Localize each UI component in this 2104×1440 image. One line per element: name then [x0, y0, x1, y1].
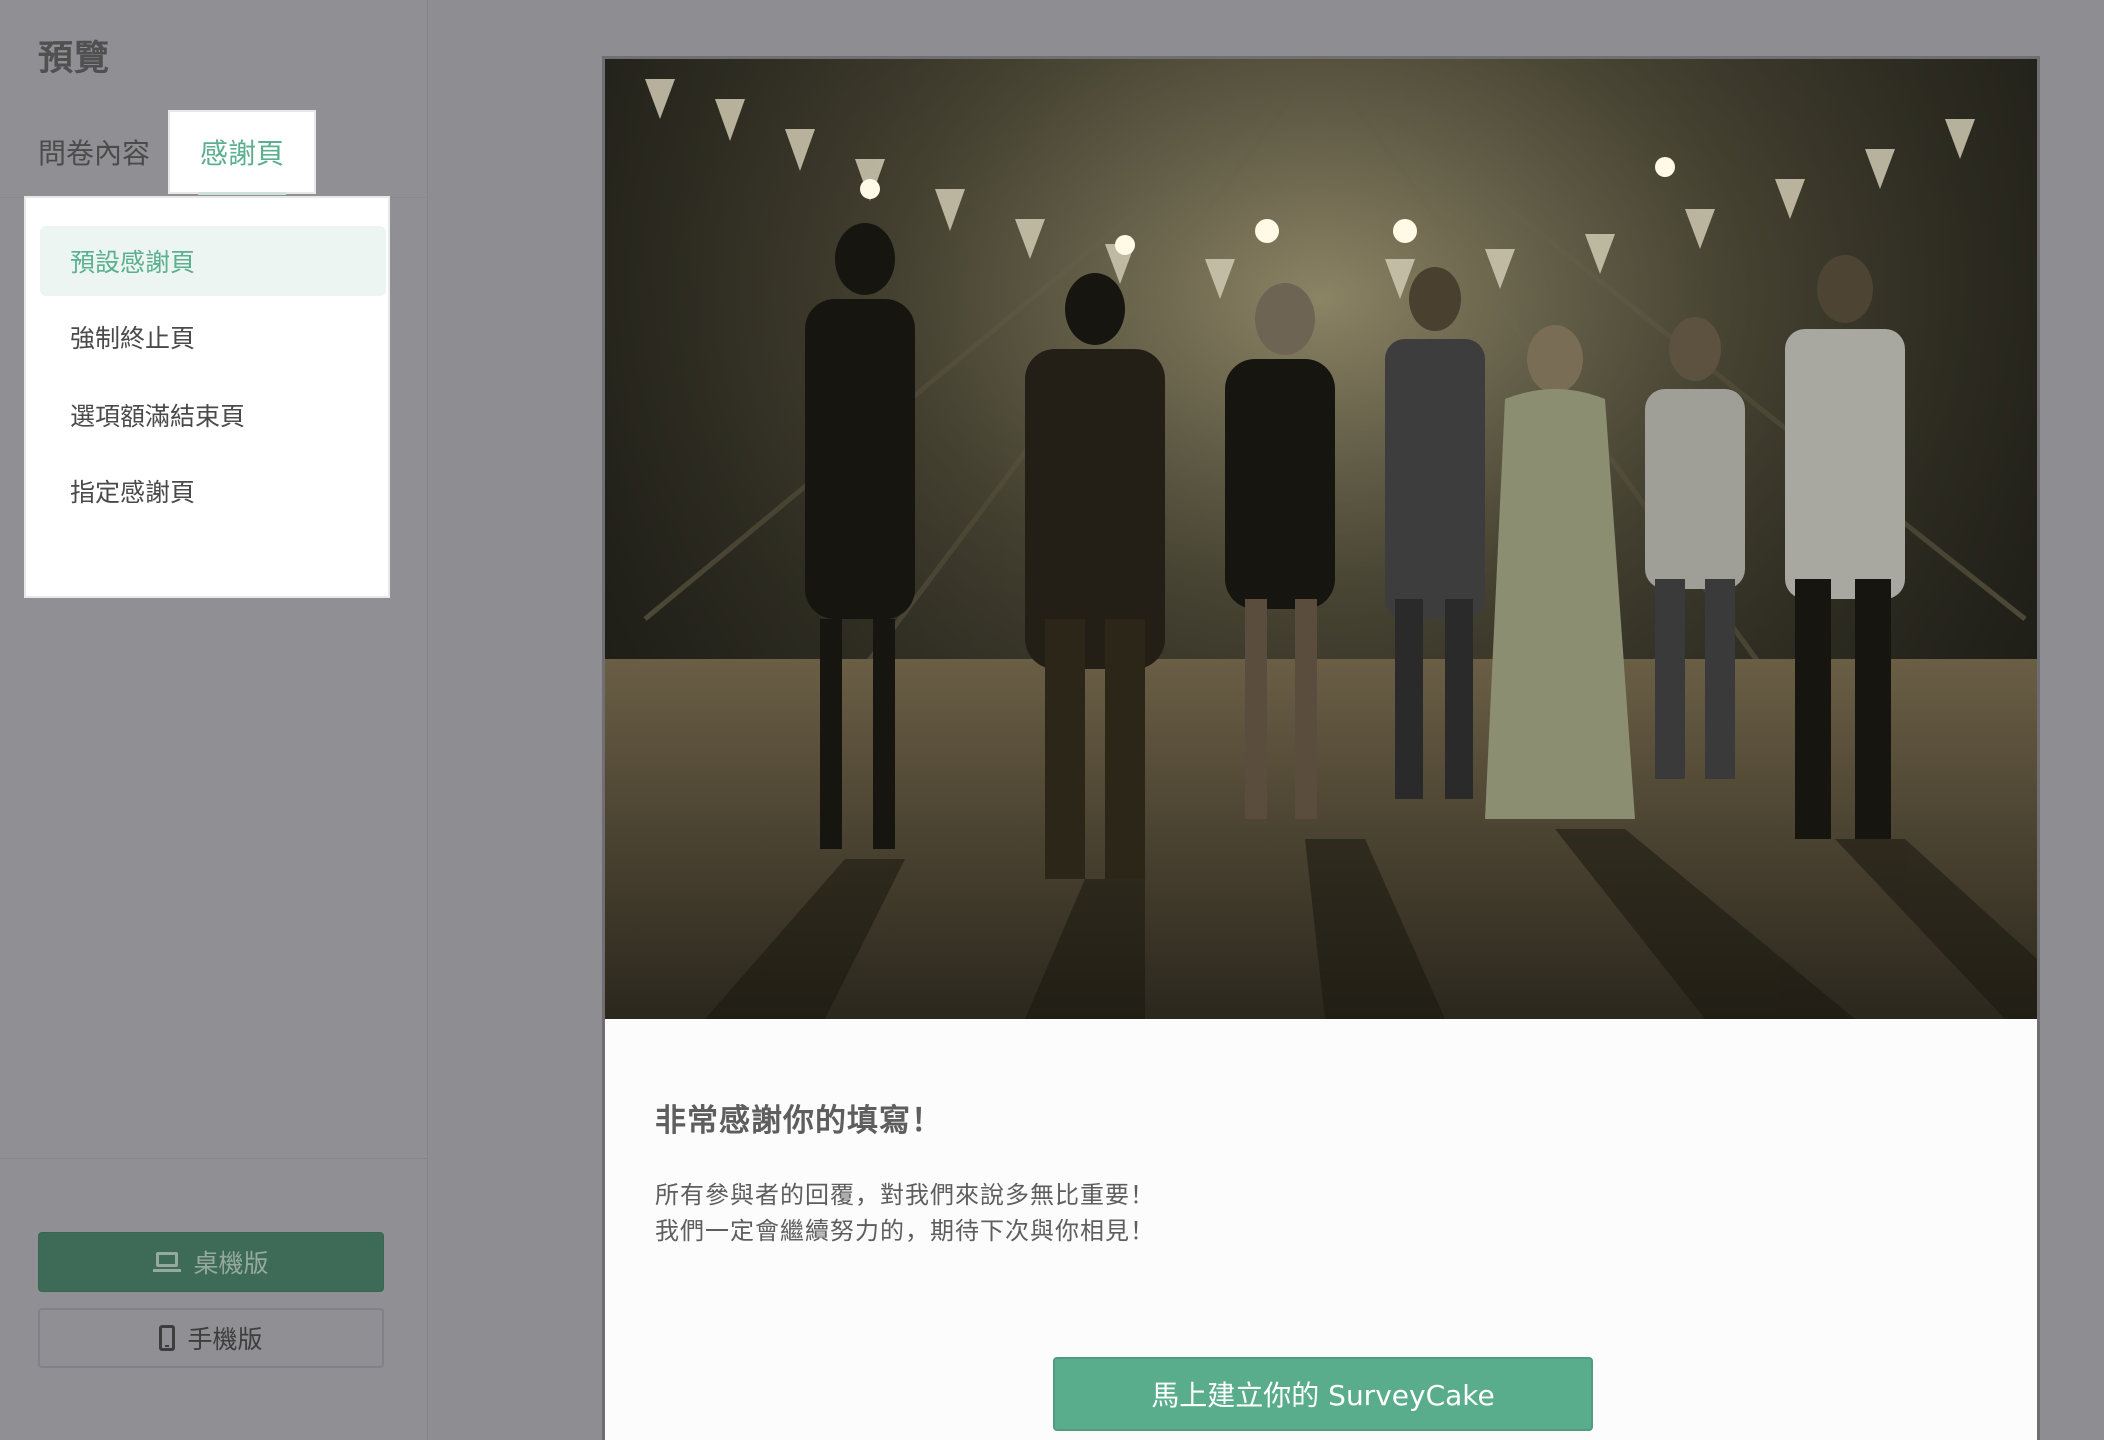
thanks-body-line-1: 所有參與者的回覆，對我們來說多無比重要！ — [655, 1181, 1155, 1209]
desktop-view-label: 桌機版 — [193, 1249, 269, 1278]
party-photo-illustration — [605, 59, 2037, 1019]
laptop-icon — [153, 1252, 182, 1272]
dropdown-item-quota-full-end[interactable]: 選項額滿結束頁 — [40, 380, 386, 450]
thanks-body-line-2: 我們一定會繼續努力的，期待下次與你相見！ — [655, 1217, 1155, 1245]
phone-icon — [159, 1325, 176, 1351]
desktop-view-button[interactable]: 桌機版 — [38, 1232, 384, 1292]
thank-you-page-preview: 非常感謝你的填寫！ 所有參與者的回覆，對我們來說多無比重要！ 我們一定會繼續努力… — [602, 56, 2040, 1440]
dropdown-item-specified-thanks[interactable]: 指定感謝頁 — [40, 456, 386, 526]
dropdown-item-default-thanks[interactable]: 預設感謝頁 — [40, 226, 386, 296]
tab-survey-content[interactable]: 問卷內容 — [38, 110, 156, 194]
mobile-view-label: 手機版 — [187, 1325, 263, 1354]
preview-tabs: 問卷內容 感謝頁 — [0, 110, 428, 198]
mobile-view-button[interactable]: 手機版 — [38, 1308, 384, 1368]
sidebar-divider — [0, 1158, 428, 1159]
preview-sidebar: 預覽 問卷內容 感謝頁 預設感謝頁 強制終止頁 選項額滿結束頁 指定感謝頁 桌機… — [0, 0, 428, 1440]
tab-thank-you-page[interactable]: 感謝頁 — [168, 110, 316, 195]
hero-image — [605, 59, 2037, 1019]
thanks-body: 所有參與者的回覆，對我們來說多無比重要！ 我們一定會繼續努力的，期待下次與你相見… — [655, 1177, 1155, 1249]
create-surveycake-button[interactable]: 馬上建立你的 SurveyCake — [1053, 1357, 1593, 1431]
dropdown-item-force-end[interactable]: 強制終止頁 — [40, 302, 386, 372]
thanks-title: 非常感謝你的填寫！ — [655, 1103, 943, 1139]
thank-you-page-dropdown: 預設感謝頁 強制終止頁 選項額滿結束頁 指定感謝頁 — [24, 196, 390, 598]
sidebar-title: 預覽 — [38, 39, 111, 79]
